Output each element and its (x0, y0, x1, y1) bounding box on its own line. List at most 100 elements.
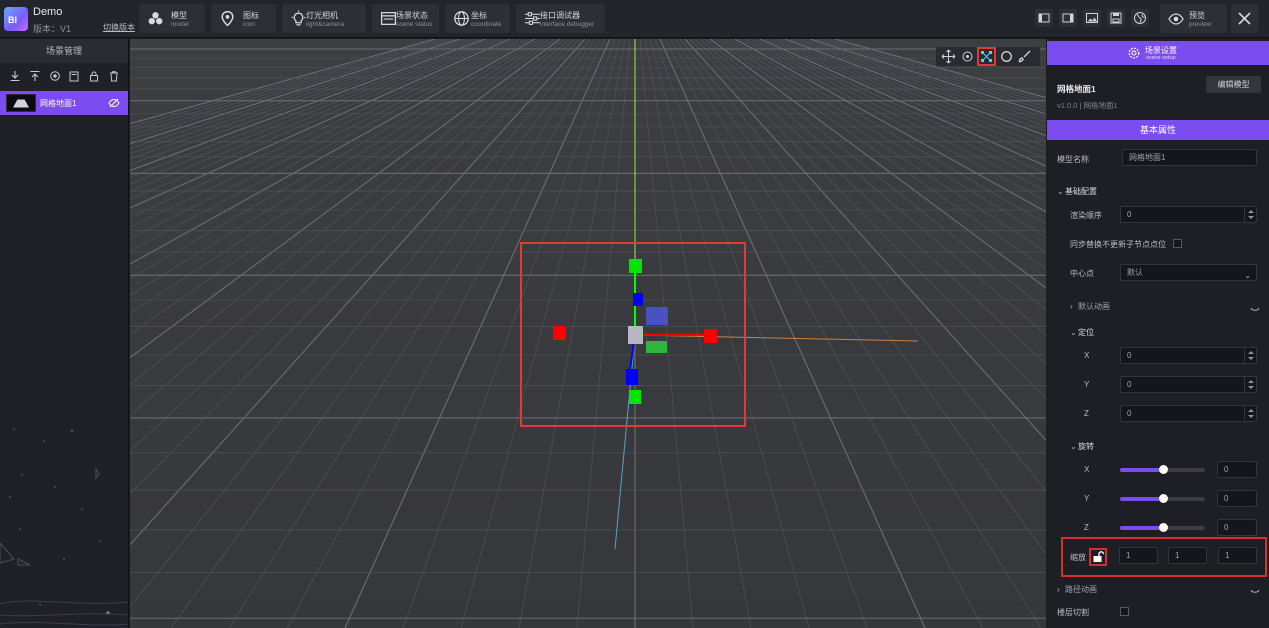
toolbar-scene-status-sublabel: scene status (396, 21, 433, 28)
layout-right-button[interactable] (1059, 9, 1077, 27)
globe-icon (454, 11, 469, 26)
expand-icon[interactable] (1250, 588, 1260, 596)
stepper-icon[interactable] (1244, 348, 1256, 363)
rotation-y-slider[interactable] (1120, 494, 1205, 503)
scene-item-thumbnail (6, 94, 36, 112)
switch-version-link[interactable]: 切换版本 (103, 22, 135, 33)
lock-icon[interactable] (88, 70, 100, 82)
properties-panel: 场景设置 scene setup 网格地面1 v1.0.0 | 网格地面1 编辑… (1047, 39, 1269, 628)
scale-y-input[interactable]: 1 (1168, 547, 1207, 564)
rotation-x-label: X (1084, 465, 1090, 474)
default-animation-label: 默认动画 (1078, 302, 1110, 311)
toolbar-scene-status-button[interactable]: 场景状态 scene status (372, 4, 439, 33)
expand-icon[interactable] (1250, 306, 1260, 314)
gizmo-x-handle-right (704, 329, 717, 343)
rotation-z-input[interactable]: 0 (1217, 519, 1257, 536)
rotate-icon[interactable] (959, 48, 976, 65)
stepper-icon[interactable] (1244, 207, 1256, 222)
panel-right-icon (1062, 13, 1074, 23)
toolbar-light-camera-button[interactable]: 灯光相机 light&camera (282, 4, 366, 33)
toolbar-coordinate-sublabel: coordinate (471, 21, 502, 28)
position-x-input[interactable]: 0 (1120, 347, 1257, 364)
brush-icon[interactable] (1017, 48, 1034, 65)
scene-item-grid-ground[interactable]: 网格地面1 (0, 91, 128, 115)
scale-z-input[interactable]: 1 (1218, 547, 1257, 564)
scene-setup-button[interactable]: 场景设置 scene setup (1047, 41, 1269, 65)
scale-lock-button[interactable] (1089, 548, 1107, 566)
position-y-input[interactable]: 0 (1120, 376, 1257, 393)
edit-model-button[interactable]: 编辑模型 (1206, 76, 1261, 93)
3d-scene-canvas[interactable] (130, 39, 1046, 628)
position-z-input[interactable]: 0 (1120, 405, 1257, 422)
default-animation-section[interactable]: › 默认动画 (1070, 301, 1110, 312)
toolbar-coordinate-label: 坐标 (471, 11, 487, 20)
toolbar-model-button[interactable]: 模型 model (139, 4, 205, 33)
slider-knob[interactable] (1158, 523, 1168, 532)
toolbar-icon-button[interactable]: 图标 icon (211, 4, 276, 33)
3d-viewport[interactable] (130, 39, 1046, 628)
position-z-label: Z (1084, 409, 1089, 418)
center-point-label: 中心点 (1070, 269, 1094, 278)
scale-icon[interactable] (977, 47, 996, 66)
position-section[interactable]: ⌄定位 (1070, 327, 1094, 338)
preview-button[interactable]: 预览 preview (1160, 4, 1227, 33)
sync-replace-checkbox[interactable] (1173, 239, 1182, 248)
stepper-icon[interactable] (1244, 406, 1256, 421)
chevron-right-icon: › (1057, 585, 1060, 594)
center-point-select[interactable]: 默认 ⌄ (1120, 264, 1257, 281)
app-title: Demo (33, 6, 63, 18)
rotation-x-input[interactable]: 0 (1217, 461, 1257, 478)
gizmo-y-handle-top (629, 259, 642, 273)
model-name-label: 模型名称 (1057, 155, 1089, 164)
panel-decoration (0, 428, 128, 626)
slider-knob[interactable] (1158, 465, 1168, 474)
gizmo-z-handle-back (633, 293, 643, 306)
upload-top-icon[interactable] (29, 70, 41, 82)
preview-label: 预览 (1189, 11, 1205, 20)
visibility-toggle-icon[interactable] (108, 97, 120, 109)
download-icon[interactable] (9, 70, 21, 82)
model-meta: v1.0.0 | 网格地面1 (1057, 101, 1118, 110)
toolbar-light-label: 灯光相机 (306, 11, 338, 20)
bulb-icon (291, 10, 306, 26)
move-icon[interactable] (940, 48, 957, 65)
viewport-toolbar (936, 47, 1040, 66)
save-button[interactable] (1107, 9, 1125, 27)
render-order-input[interactable]: 0 (1120, 206, 1257, 223)
cubes-icon (148, 12, 163, 25)
gizmo-xy-plane-handle (646, 307, 668, 325)
earth-icon (1134, 12, 1146, 24)
gear-icon (1128, 47, 1140, 59)
basic-properties-tab[interactable]: 基本属性 (1047, 120, 1269, 140)
image-button[interactable] (1083, 9, 1101, 27)
target-icon[interactable] (49, 70, 61, 82)
slider-knob[interactable] (1158, 494, 1168, 503)
scene-item-label: 网格地面1 (40, 99, 77, 108)
stepper-icon[interactable] (1244, 377, 1256, 392)
rotation-x-slider[interactable] (1120, 465, 1205, 474)
toolbar-coordinate-button[interactable]: 坐标 coordinate (445, 4, 510, 33)
scene-management-title: 场景管理 (0, 39, 128, 63)
window-icon (380, 12, 397, 25)
copy-icon[interactable] (68, 70, 80, 82)
slider-fill (1120, 468, 1163, 472)
slider-fill (1120, 526, 1163, 530)
circle-icon[interactable] (998, 48, 1015, 65)
trash-icon[interactable] (108, 70, 120, 82)
rotation-z-slider[interactable] (1120, 523, 1205, 532)
toolbar-light-sublabel: light&camera (306, 21, 344, 28)
path-animation-section[interactable]: › 路径动画 (1057, 584, 1097, 595)
floor-clip-checkbox[interactable] (1120, 607, 1129, 616)
globe-button[interactable] (1131, 9, 1149, 27)
close-button[interactable] (1231, 4, 1258, 33)
rotation-y-label: Y (1084, 494, 1090, 503)
position-y-value: 0 (1127, 380, 1132, 389)
scale-x-input[interactable]: 1 (1119, 547, 1158, 564)
rotation-y-input[interactable]: 0 (1217, 490, 1257, 507)
model-name-input[interactable]: 网格地面1 (1122, 149, 1257, 166)
layout-left-button[interactable] (1035, 9, 1053, 27)
toolbar-debugger-button[interactable]: 接口调试器 interface debugger (516, 4, 605, 33)
basic-config-section[interactable]: ⌄基础配置 (1057, 186, 1097, 197)
rotation-section[interactable]: ⌄旋转 (1070, 441, 1094, 452)
model-title: 网格地面1 (1057, 84, 1096, 94)
